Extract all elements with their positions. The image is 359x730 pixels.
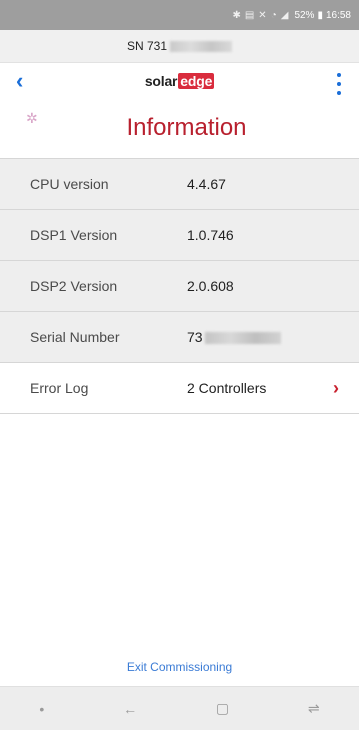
info-list: CPU version 4.4.67 DSP1 Version 1.0.746 … bbox=[0, 158, 359, 414]
wifi-icon: ◔ bbox=[270, 9, 277, 21]
recents-icon[interactable]: ⇌ bbox=[308, 700, 320, 717]
serial-value-prefix: 73 bbox=[187, 329, 203, 345]
solaredge-logo: solar edge bbox=[0, 73, 359, 89]
menu-dot bbox=[337, 73, 341, 77]
info-value: 2.0.608 bbox=[187, 278, 234, 294]
logo-solar-text: solar bbox=[144, 73, 178, 89]
info-row-dsp2-version: DSP2 Version 2.0.608 bbox=[0, 261, 359, 312]
overflow-menu-button[interactable] bbox=[331, 73, 347, 95]
info-label: DSP1 Version bbox=[30, 227, 118, 243]
info-value: 4.4.67 bbox=[187, 176, 226, 192]
dot-icon[interactable]: • bbox=[39, 701, 44, 717]
info-value: 73 bbox=[187, 312, 281, 362]
battery-percent: 52% bbox=[294, 9, 315, 21]
mute-icon: ✕ bbox=[258, 9, 267, 21]
logo-edge-text: edge bbox=[178, 73, 215, 89]
status-bar: ✱ ▤ ✕ ◔ ◢ 52% ▮ 16:58 bbox=[0, 0, 359, 30]
serial-number-label: SN 731 bbox=[126, 39, 168, 53]
exit-commissioning-link[interactable]: Exit Commissioning bbox=[0, 660, 359, 674]
battery-icon: ▮ bbox=[317, 9, 323, 21]
info-label: Error Log bbox=[30, 380, 89, 396]
serial-number-bar: SN 731 bbox=[0, 30, 359, 63]
android-nav-bar: • ← ▢ ⇌ bbox=[0, 686, 359, 730]
clock: 16:58 bbox=[325, 9, 351, 21]
page-header: ✲ Information bbox=[0, 102, 359, 158]
page-title: Information bbox=[126, 114, 247, 141]
app-nav-bar: ‹ solar edge bbox=[0, 62, 359, 102]
signal-icon: ◢ bbox=[280, 9, 289, 21]
serial-value-redacted bbox=[204, 332, 281, 345]
info-value: 2 Controllers bbox=[187, 380, 267, 396]
back-arrow-icon[interactable]: ← bbox=[123, 701, 137, 717]
menu-dot bbox=[337, 82, 341, 86]
info-label: DSP2 Version bbox=[30, 278, 118, 294]
info-row-cpu-version: CPU version 4.4.67 bbox=[0, 159, 359, 210]
nfc-icon: ▤ bbox=[244, 9, 255, 21]
info-row-serial-number: Serial Number 73 bbox=[0, 312, 359, 363]
serial-number-redacted bbox=[170, 40, 233, 52]
info-label: CPU version bbox=[30, 176, 109, 192]
bluetooth-icon: ✱ bbox=[232, 9, 241, 21]
home-square-icon[interactable]: ▢ bbox=[216, 700, 229, 717]
info-row-error-log[interactable]: Error Log 2 Controllers › bbox=[0, 363, 359, 414]
status-icons: ✱ ▤ ✕ ◔ ◢ bbox=[232, 10, 288, 21]
chevron-right-icon: › bbox=[333, 378, 339, 398]
menu-dot bbox=[337, 91, 341, 95]
info-label: Serial Number bbox=[30, 329, 120, 345]
info-row-dsp1-version: DSP1 Version 1.0.746 bbox=[0, 210, 359, 261]
info-value: 1.0.746 bbox=[187, 227, 234, 243]
